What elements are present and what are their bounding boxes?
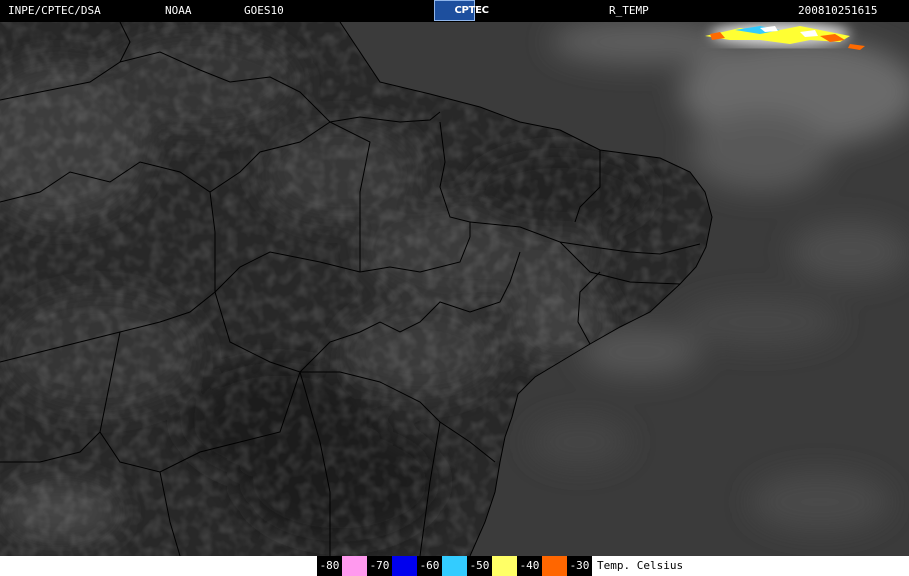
legend-swatch-minus-40 (542, 556, 567, 576)
cptec-logo: CPTEC (434, 0, 489, 21)
legend-swatch-minus-80 (342, 556, 367, 576)
legend-label-minus-50: -50 (467, 556, 492, 576)
satellite-label: GOES10 (244, 4, 284, 17)
temperature-legend: -80 -70 -60 -50 -40 -30 Temp. Celsius (0, 556, 909, 576)
satellite-imagery (0, 22, 909, 556)
satellite-image-frame: INPE/CPTEC/DSA NOAA GOES10 CPTEC R_TEMP … (0, 0, 909, 576)
timestamp-label: 200810251615 (798, 4, 878, 17)
legend-swatch-minus-50 (492, 556, 517, 576)
legend-swatch-minus-70 (392, 556, 417, 576)
legend-label-minus-40: -40 (517, 556, 542, 576)
legend-label-minus-60: -60 (417, 556, 442, 576)
imagery-map (0, 22, 909, 556)
agency-label: NOAA (165, 4, 192, 17)
logo-text: CPTEC (454, 5, 489, 16)
legend-unit-label: Temp. Celsius (597, 559, 684, 572)
legend-bar: -80 -70 -60 -50 -40 -30 Temp. Celsius (317, 556, 683, 576)
legend-swatch-minus-60 (442, 556, 467, 576)
legend-label-minus-70: -70 (367, 556, 392, 576)
legend-label-minus-80: -80 (317, 556, 342, 576)
legend-label-minus-30: -30 (567, 556, 592, 576)
organization-label: INPE/CPTEC/DSA (8, 4, 101, 17)
product-label: R_TEMP (609, 4, 649, 17)
image-header-bar: INPE/CPTEC/DSA NOAA GOES10 CPTEC R_TEMP … (0, 0, 909, 22)
